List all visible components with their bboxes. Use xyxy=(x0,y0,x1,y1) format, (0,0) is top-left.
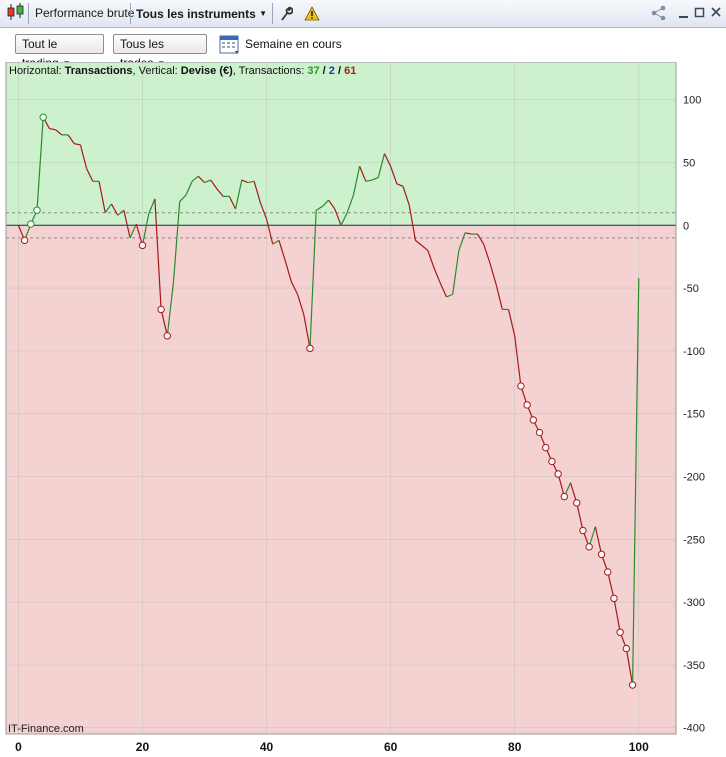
y-tick-label: -250 xyxy=(683,534,705,546)
x-axis: 0 20 40 60 80 100 xyxy=(15,740,649,754)
chart-legend: Horizontal: Transactions, Vertical: Devi… xyxy=(9,65,356,77)
y-tick-label: -400 xyxy=(683,723,705,735)
trade-marker xyxy=(27,220,35,228)
share-icon[interactable] xyxy=(650,4,668,25)
trade-marker xyxy=(535,428,544,437)
warning-icon[interactable] xyxy=(304,0,320,27)
trade-marker xyxy=(523,401,531,409)
x-tick-label: 40 xyxy=(260,740,274,754)
instruments-dropdown[interactable]: Tous les instruments ▼ xyxy=(136,0,267,27)
trade-marker xyxy=(616,628,624,636)
trade-marker xyxy=(560,492,569,501)
minimize-icon[interactable] xyxy=(678,4,690,25)
trade-marker xyxy=(548,457,556,466)
y-tick-label: -150 xyxy=(683,409,705,421)
y-tick-label: -300 xyxy=(683,597,705,609)
close-icon[interactable] xyxy=(710,4,722,25)
y-axis: 100 50 0 -50 -100 -150 -200 -250 -300 -350 -400 xyxy=(683,95,705,735)
trade-marker xyxy=(517,382,525,390)
y-tick-label: 0 xyxy=(683,220,689,232)
y-tick-label: 100 xyxy=(683,95,701,107)
y-tick-label: -100 xyxy=(683,346,705,358)
x-tick-label: 0 xyxy=(15,740,22,754)
trade-marker xyxy=(306,344,314,353)
trade-marker xyxy=(585,543,593,551)
legend-slash: / xyxy=(320,65,329,77)
trade-marker xyxy=(610,594,618,603)
trading-dropdown[interactable]: Tout le trading▼ xyxy=(15,34,104,70)
instruments-label: Tous les instruments xyxy=(136,7,256,21)
left-panel-strip xyxy=(0,62,6,742)
trade-marker xyxy=(20,236,29,245)
trade-marker xyxy=(597,550,606,559)
chevron-down-icon: ▼ xyxy=(259,9,268,18)
y-tick-label: -50 xyxy=(683,283,699,295)
horizontal-value: Transactions xyxy=(65,65,133,77)
performance-tab[interactable]: Performance brute xyxy=(35,0,134,27)
transactions-prefix: , Transactions: xyxy=(233,65,308,77)
trade-marker xyxy=(604,568,612,576)
trade-marker xyxy=(33,206,41,214)
trade-marker xyxy=(628,681,637,689)
trades-dropdown[interactable]: Tous les trades▼ xyxy=(113,34,207,70)
vertical-prefix: , Vertical: xyxy=(133,65,181,77)
trade-marker xyxy=(157,305,165,314)
window-titlebar: Performance brute Tous les instruments ▼ xyxy=(0,0,726,28)
winners-count: 37 xyxy=(307,65,319,77)
toolbar: Tout le trading▼ Tous les trades▼ Semain… xyxy=(0,28,726,70)
trade-marker xyxy=(622,644,631,653)
losers-count: 61 xyxy=(344,65,356,77)
horizontal-prefix: Horizontal: xyxy=(9,65,65,77)
x-tick-label: 20 xyxy=(136,740,150,754)
trade-marker xyxy=(579,526,587,535)
positive-zone xyxy=(6,62,676,226)
trade-marker xyxy=(39,113,47,121)
vertical-value: Devise (€) xyxy=(181,65,233,77)
calendar-icon[interactable] xyxy=(219,33,241,60)
watermark: IT-Finance.com xyxy=(8,723,84,735)
trade-marker xyxy=(573,499,581,507)
trade-marker xyxy=(542,443,550,452)
x-tick-label: 60 xyxy=(384,740,398,754)
trade-marker xyxy=(554,470,562,478)
trade-marker xyxy=(529,416,538,424)
trade-marker xyxy=(138,241,147,250)
performance-chart: 100 50 0 -50 -100 -150 -200 -250 -300 -350 -400 0 2… xyxy=(0,62,705,754)
legend-slash: / xyxy=(335,65,344,77)
y-tick-label: -350 xyxy=(683,660,705,672)
period-label[interactable]: Semaine en cours xyxy=(245,37,342,51)
x-tick-label: 100 xyxy=(629,740,649,754)
y-tick-label: 50 xyxy=(683,157,695,169)
negative-zone xyxy=(6,225,676,734)
x-tick-label: 80 xyxy=(508,740,522,754)
candlestick-icon xyxy=(6,0,26,27)
maximize-icon[interactable] xyxy=(694,4,706,25)
trade-marker xyxy=(163,332,171,340)
y-tick-label: -200 xyxy=(683,472,705,484)
wrench-icon[interactable] xyxy=(279,0,294,27)
